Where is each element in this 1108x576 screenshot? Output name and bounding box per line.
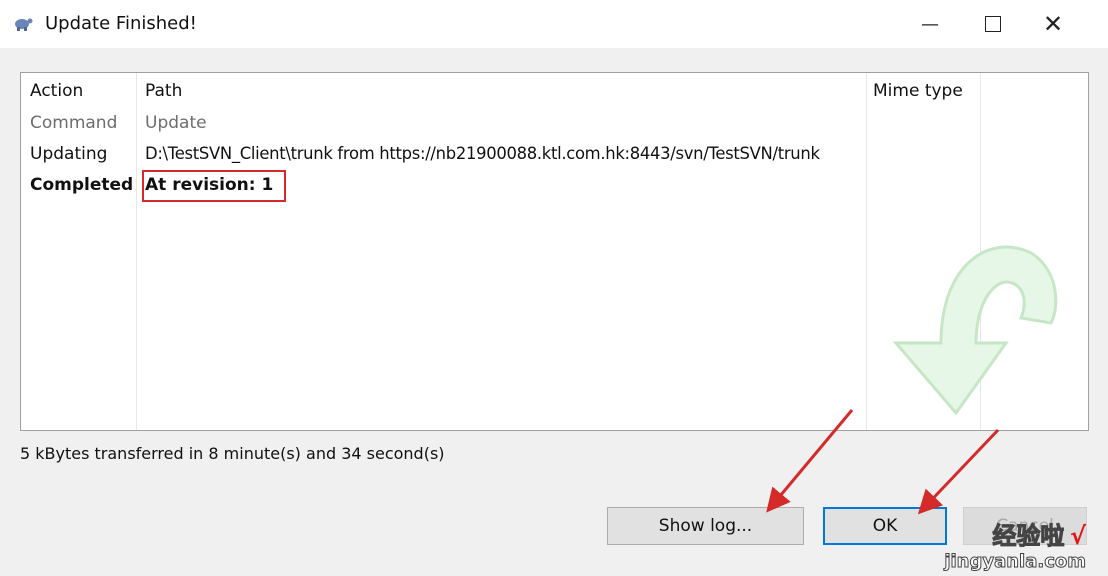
watermark-en: jingyanla.com [944, 551, 1087, 573]
annotation-arrow-show-log [766, 409, 854, 513]
annotation-arrows [766, 409, 1000, 515]
watermark-check: √ [1069, 522, 1086, 550]
annotation-arrow-ok [917, 428, 1000, 515]
watermark: 经验啦 √ jingyanla.com [944, 516, 1087, 573]
watermark-cn: 经验啦 [992, 522, 1065, 551]
